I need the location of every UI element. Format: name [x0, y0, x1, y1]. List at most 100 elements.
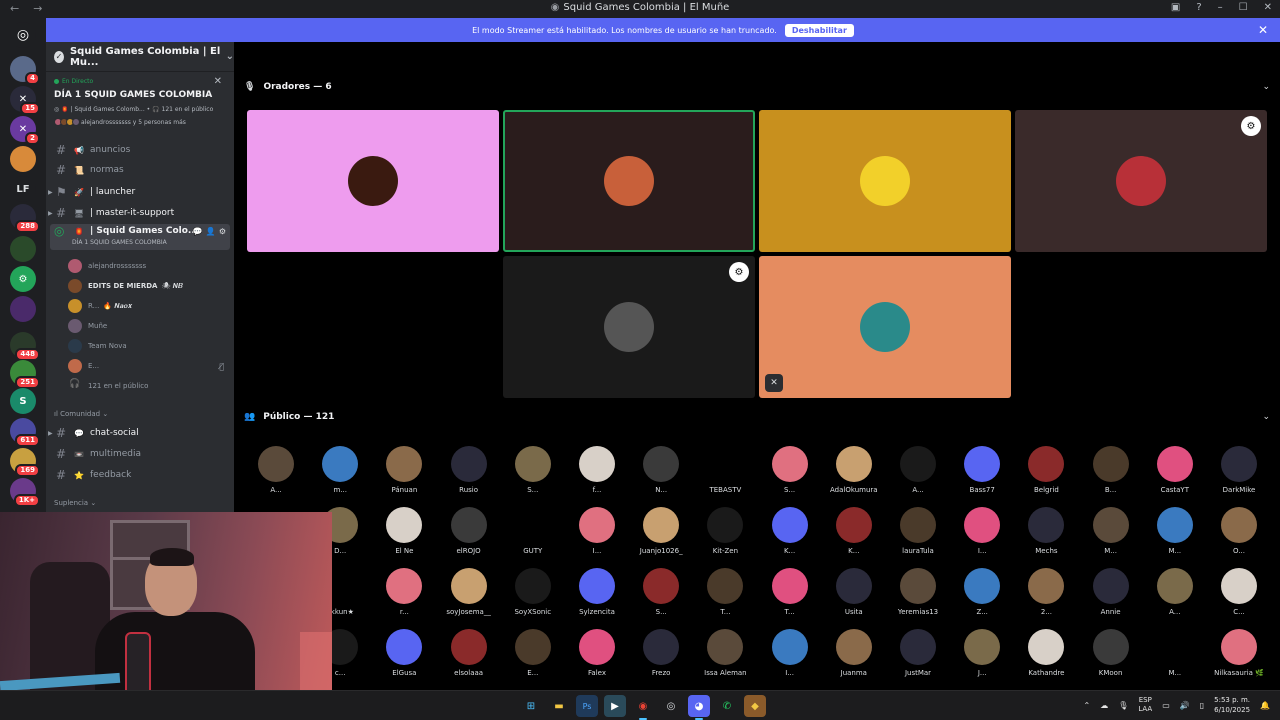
- audience-member[interactable]: M...: [1143, 507, 1207, 563]
- channel-feedback[interactable]: # ⭐ feedback: [46, 465, 234, 485]
- close-window-button[interactable]: ✕: [1264, 2, 1272, 13]
- help-icon[interactable]: ?: [1196, 2, 1201, 13]
- close-icon[interactable]: ✕: [214, 76, 222, 87]
- audience-member[interactable]: Belgrid: [1014, 446, 1078, 502]
- audience-member[interactable]: I...: [950, 507, 1014, 563]
- server-icon-1[interactable]: 4: [10, 56, 40, 85]
- audience-member[interactable]: Sylzencita: [565, 568, 629, 624]
- notification-icon[interactable]: 🔔: [1260, 701, 1270, 710]
- server-header[interactable]: ✓ Squid Games Colombia | El Mu... ⌄: [46, 42, 234, 72]
- battery-icon[interactable]: ▯: [1200, 701, 1204, 710]
- audience-member[interactable]: J...: [950, 629, 1014, 685]
- audience-member[interactable]: N...: [629, 446, 693, 502]
- audience-member[interactable]: 2...: [1014, 568, 1078, 624]
- audience-member[interactable]: S...: [501, 446, 565, 502]
- audience-member[interactable]: Usita: [822, 568, 886, 624]
- voice-member[interactable]: E... 🎙̸: [68, 356, 234, 376]
- audience-member[interactable]: Yeremias13: [886, 568, 950, 624]
- channel-normas[interactable]: # 📜 normas: [46, 160, 234, 180]
- discord-home-icon[interactable]: ◎: [10, 22, 36, 48]
- audience-member[interactable]: O...: [1207, 507, 1271, 563]
- speaker-tile[interactable]: [759, 110, 1011, 252]
- server-icon-14[interactable]: 169: [10, 448, 40, 477]
- server-icon-lf[interactable]: LF: [10, 176, 36, 202]
- channel-master-it-support[interactable]: ▶ # 🖥 | master-it-support: [46, 203, 234, 223]
- server-icon-9[interactable]: [10, 296, 36, 322]
- speaker-tile[interactable]: ⚙: [503, 256, 755, 398]
- whatsapp-icon[interactable]: ✆: [716, 695, 738, 717]
- server-icon-2[interactable]: ✕ 15: [10, 86, 40, 115]
- server-icon-3[interactable]: ✕ 2: [10, 116, 40, 145]
- audience-member[interactable]: Nilkasauria 🌿: [1207, 629, 1271, 685]
- audience-member[interactable]: DarkMike: [1207, 446, 1271, 502]
- audience-member[interactable]: A...: [244, 446, 308, 502]
- cloud-icon[interactable]: ☁: [1100, 701, 1108, 710]
- speaker-tile[interactable]: ✕: [759, 256, 1011, 398]
- speaker-tile[interactable]: [247, 110, 499, 252]
- audience-member[interactable]: m...: [308, 446, 372, 502]
- server-icon-4[interactable]: [10, 146, 36, 172]
- audience-member[interactable]: Bass77: [950, 446, 1014, 502]
- voice-member[interactable]: R... 🔥 𝑵𝒂𝒐𝒙: [68, 296, 234, 316]
- audience-member[interactable]: B...: [1079, 446, 1143, 502]
- server-icon-13[interactable]: 611: [10, 418, 40, 447]
- obs-icon[interactable]: ◎: [660, 695, 682, 717]
- windows-start-icon[interactable]: ⊞: [520, 695, 542, 717]
- voice-member[interactable]: Muñe: [68, 316, 234, 336]
- chat-icon[interactable]: 💬: [193, 227, 203, 236]
- audience-member[interactable]: S...: [758, 446, 822, 502]
- channel-launcher[interactable]: ▶ ⚑ 🚀 | launcher: [46, 182, 234, 202]
- audience-member[interactable]: M...: [1143, 629, 1207, 685]
- chevron-down-icon[interactable]: ⌄: [1262, 82, 1270, 92]
- channel-stage-selected[interactable]: ◎ 🏮 | Squid Games Colo... DÍA 1 SQUID GA…: [50, 224, 230, 250]
- channel-multimedia[interactable]: # 📼 multimedia: [46, 444, 234, 464]
- speakers-header[interactable]: 🎙 Oradores — 6: [244, 82, 332, 92]
- audience-member[interactable]: A...: [1143, 568, 1207, 624]
- channel-anuncios[interactable]: # 📢 anuncios: [46, 140, 234, 160]
- chrome-icon[interactable]: ◉: [632, 695, 654, 720]
- audience-member[interactable]: El Ñe: [372, 507, 436, 563]
- audience-member[interactable]: SoyXSonic: [501, 568, 565, 624]
- chevron-down-icon[interactable]: ⌄: [1262, 412, 1270, 422]
- audience-member[interactable]: M...: [1079, 507, 1143, 563]
- audience-member[interactable]: A...: [886, 446, 950, 502]
- audience-member[interactable]: AdalOkumura: [822, 446, 886, 502]
- app-icon[interactable]: ◆: [744, 695, 766, 717]
- audience-member[interactable]: Pánuan: [372, 446, 436, 502]
- photoshop-icon[interactable]: Ps: [576, 695, 598, 717]
- audience-member[interactable]: JustMar: [886, 629, 950, 685]
- audience-member[interactable]: GUTY: [501, 507, 565, 563]
- capcut-icon[interactable]: ▶: [604, 695, 626, 717]
- audience-member[interactable]: K...: [822, 507, 886, 563]
- voice-member[interactable]: EDITS DE MIERDA 🕷 𝑵𝑩: [68, 276, 234, 296]
- chevron-up-icon[interactable]: ⌃: [1083, 701, 1090, 710]
- file-explorer-icon[interactable]: ▬: [548, 695, 570, 717]
- server-icon-6[interactable]: 288: [10, 204, 40, 233]
- language-indicator[interactable]: ESP LAA: [1138, 696, 1152, 714]
- audience-member[interactable]: ElGusa: [372, 629, 436, 685]
- audience-member[interactable]: Kit-Zen: [693, 507, 757, 563]
- audience-member[interactable]: Juanjo1026_: [629, 507, 693, 563]
- category-suplencia[interactable]: Suplencia ⌄: [54, 499, 96, 507]
- server-icon-10[interactable]: 448: [10, 332, 40, 361]
- maximize-button[interactable]: ☐: [1239, 2, 1248, 13]
- audience-member[interactable]: T...: [693, 568, 757, 624]
- audience-member[interactable]: lauraTula: [886, 507, 950, 563]
- minimize-button[interactable]: –: [1218, 2, 1223, 13]
- clock[interactable]: 5:53 p. m. 6/10/2025: [1214, 695, 1250, 715]
- audience-member[interactable]: Z...: [950, 568, 1014, 624]
- voice-member[interactable]: Team Nova: [68, 336, 234, 356]
- audience-member[interactable]: Kathandre: [1014, 629, 1078, 685]
- audience-member[interactable]: Falex: [565, 629, 629, 685]
- audience-member[interactable]: TEBASTV: [693, 446, 757, 502]
- audience-member[interactable]: Rusio: [437, 446, 501, 502]
- disable-streamer-button[interactable]: Deshabilitar: [784, 23, 854, 37]
- audience-member[interactable]: Juanma: [822, 629, 886, 685]
- add-member-icon[interactable]: 👤: [206, 227, 216, 236]
- audience-member[interactable]: Mechs: [1014, 507, 1078, 563]
- audience-header[interactable]: 👥 Público — 121: [244, 412, 334, 422]
- close-banner-icon[interactable]: ✕: [1258, 23, 1268, 37]
- inbox-icon[interactable]: ▣: [1171, 2, 1180, 13]
- audience-member[interactable]: CastaYT: [1143, 446, 1207, 502]
- audience-member[interactable]: E...: [501, 629, 565, 685]
